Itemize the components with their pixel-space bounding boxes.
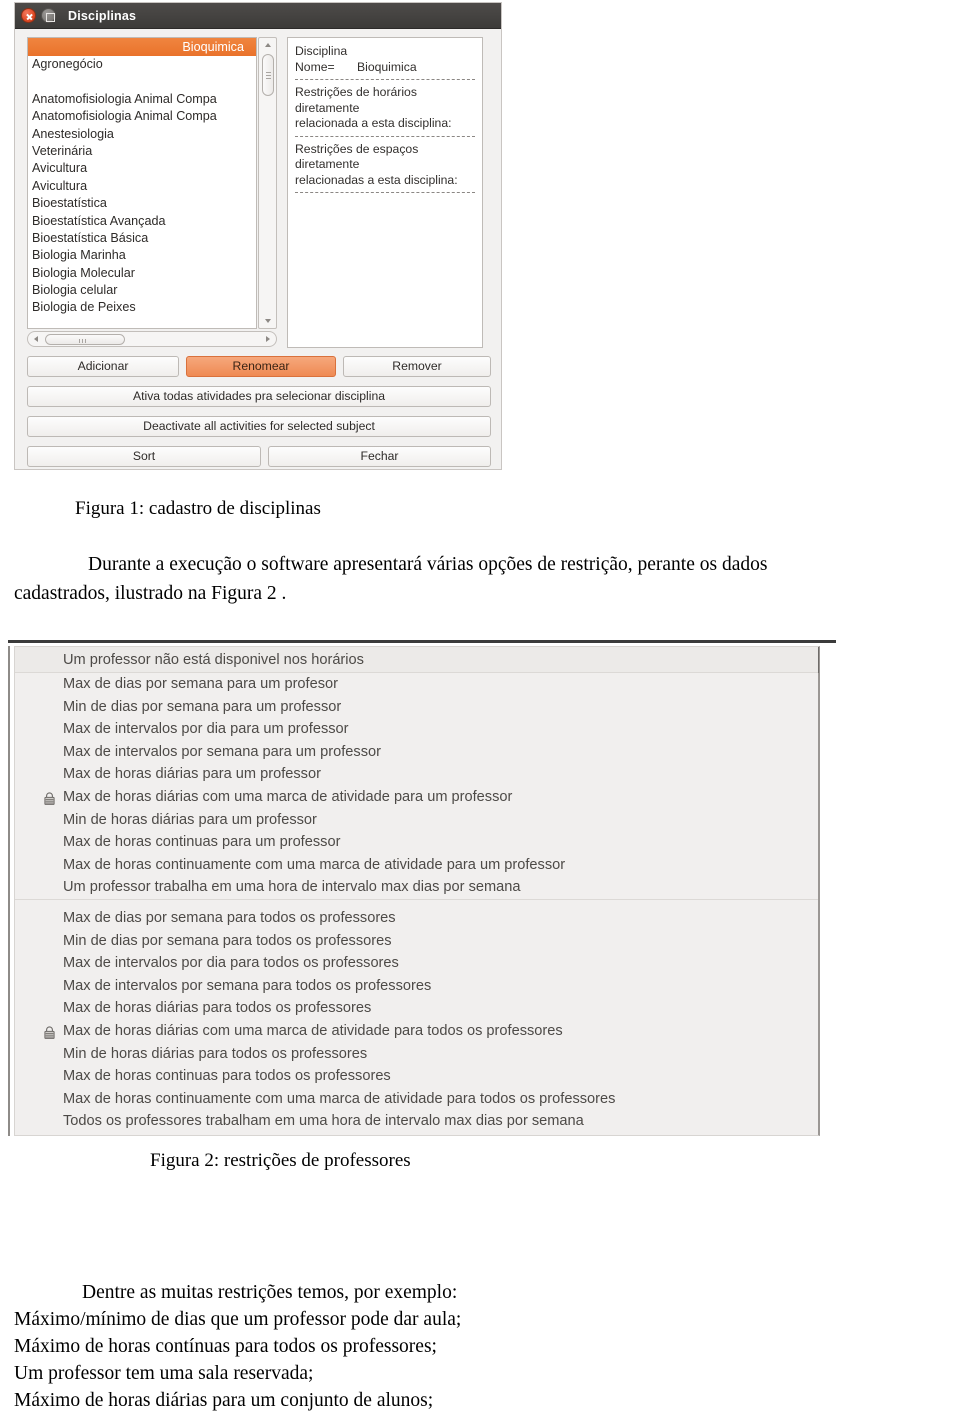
time-constraints-line2: relacionada a esta disciplina:: [295, 116, 452, 130]
list-item[interactable]: [28, 73, 256, 90]
constraint-item[interactable]: Max de intervalos por dia para um profes…: [15, 718, 818, 741]
constraint-label: Max de horas diárias com uma marca de at…: [63, 788, 513, 805]
list-item[interactable]: Veterinária: [28, 143, 256, 160]
window-titlebar: Disciplinas: [15, 3, 501, 29]
constraint-item[interactable]: Um professor trabalha em uma hora de int…: [15, 876, 818, 899]
paragraph-1-line-2: cadastrados, ilustrado na Figura 2 .: [14, 583, 287, 604]
figure2-left-gutter: [0, 646, 10, 1136]
constraint-item[interactable]: Todos os professores trabalham em uma ho…: [15, 1110, 818, 1133]
paragraph-2-line-5: Máximo de horas diárias para um conjunto…: [14, 1390, 434, 1411]
constraint-item[interactable]: Max de dias por semana para um profesor: [15, 673, 818, 696]
window-title: Disciplinas: [68, 8, 137, 23]
scroll-up-icon[interactable]: [259, 38, 276, 52]
deactivate-all-activities-button[interactable]: Deactivate all activities for selected s…: [27, 416, 491, 437]
paragraph-2-line-1: Dentre as muitas restrições temos, por e…: [82, 1282, 458, 1303]
subject-list[interactable]: Bioquimica Agronegócio Anatomofisiologia…: [27, 37, 257, 329]
lock-icon: [44, 1024, 55, 1040]
space-constraints-line1: Restrições de espaços diretamente: [295, 141, 419, 172]
constraint-item[interactable]: Max de intervalos por semana para um pro…: [15, 741, 818, 764]
scrollbar-thumb-horizontal[interactable]: [45, 334, 125, 345]
sort-button[interactable]: Sort: [27, 446, 261, 467]
list-item[interactable]: Anatomofisiologia Animal Compa: [28, 91, 256, 108]
close-button[interactable]: Fechar: [268, 446, 491, 467]
paragraph-2-line-3: Máximo de horas contínuas para todos os …: [14, 1336, 437, 1357]
constraint-item[interactable]: Max de intervalos por dia para todos os …: [15, 952, 818, 975]
scroll-left-icon[interactable]: [29, 332, 43, 346]
paragraph-2-line-2: Máximo/mínimo de dias que um professor p…: [14, 1309, 462, 1330]
list-item[interactable]: Biologia Marinha: [28, 247, 256, 264]
constraint-item[interactable]: Max de horas continuamente com uma marca…: [15, 854, 818, 877]
primary-button-row: Adicionar Renomear Remover: [27, 356, 491, 377]
constraint-item[interactable]: Um professor não está disponivel nos hor…: [15, 647, 818, 673]
scrollbar-thumb-vertical[interactable]: [262, 54, 274, 96]
figure2-caption: Figura 2: restrições de professores: [150, 1150, 411, 1171]
constraint-item[interactable]: Min de horas diárias para todos os profe…: [15, 1043, 818, 1066]
lock-icon: [44, 790, 55, 806]
constraint-item[interactable]: Min de horas diárias para um professor: [15, 809, 818, 832]
list-item[interactable]: Bioestatística Básica: [28, 230, 256, 247]
list-item[interactable]: Avicultura: [28, 178, 256, 195]
constraint-item[interactable]: Max de horas diárias com uma marca de at…: [15, 786, 818, 809]
constraint-item[interactable]: Max de horas diárias com uma marca de at…: [15, 1020, 818, 1043]
list-vertical-scrollbar[interactable]: [258, 37, 277, 329]
rename-button[interactable]: Renomear: [186, 356, 336, 377]
figure2-top-rule: [8, 640, 836, 643]
group-separator: [15, 898, 818, 907]
constraint-item[interactable]: Max de horas continuamente com uma marca…: [15, 1088, 818, 1111]
activate-all-activities-button[interactable]: Ativa todas atividades pra selecionar di…: [27, 386, 491, 407]
paragraph-2-line-4: Um professor tem uma sala reservada;: [14, 1363, 314, 1384]
subject-detail-panel: Disciplina Nome= Bioquimica Restrições d…: [287, 37, 483, 348]
list-item[interactable]: Biologia de Peixes: [28, 299, 256, 316]
deactivate-button-row: Deactivate all activities for selected s…: [27, 416, 491, 437]
divider: [295, 192, 475, 193]
list-item[interactable]: Agronegócio: [28, 56, 256, 73]
constraint-item[interactable]: Max de horas diárias para todos os profe…: [15, 997, 818, 1020]
detail-name-value: Bioquimica: [357, 59, 417, 74]
scroll-right-icon[interactable]: [261, 332, 275, 346]
list-item-selected[interactable]: Bioquimica: [28, 38, 256, 56]
divider: [295, 135, 475, 137]
list-item[interactable]: Anatomofisiologia Animal Compa: [28, 108, 256, 125]
close-icon[interactable]: [21, 8, 36, 23]
activate-button-row: Ativa todas atividades pra selecionar di…: [27, 386, 491, 407]
detail-heading: Disciplina: [295, 44, 348, 58]
constraints-list-panel[interactable]: Um professor não está disponivel nos hor…: [14, 646, 820, 1136]
time-constraints-line1: Restrições de horários diretamente: [295, 85, 417, 115]
constraint-item[interactable]: Min de dias por semana para todos os pro…: [15, 930, 818, 953]
maximize-icon[interactable]: [41, 8, 56, 23]
list-item[interactable]: Bioestatística: [28, 195, 256, 212]
scroll-down-icon[interactable]: [259, 314, 276, 328]
constraint-item[interactable]: Max de horas continuas para um professor: [15, 831, 818, 854]
detail-name-label: Nome=: [295, 59, 335, 74]
add-button[interactable]: Adicionar: [27, 356, 179, 377]
list-item[interactable]: Biologia celular: [28, 282, 256, 299]
constraint-item[interactable]: Max de horas continuas para todos os pro…: [15, 1065, 818, 1088]
paragraph-1-line-1: Durante a execução o software apresentar…: [88, 554, 768, 575]
constraint-item[interactable]: Max de horas diárias para um professor: [15, 763, 818, 786]
document-page: Disciplinas Bioquimica Agronegócio Anato…: [0, 0, 960, 1416]
list-item[interactable]: Biologia Molecular: [28, 265, 256, 282]
constraint-label: Max de horas diárias com uma marca de at…: [63, 1022, 563, 1039]
remove-button[interactable]: Remover: [343, 356, 491, 377]
list-horizontal-scrollbar[interactable]: [27, 331, 277, 347]
constraint-item[interactable]: Min de dias por semana para um professor: [15, 696, 818, 719]
space-constraints-line2: relacionadas a esta disciplina:: [295, 172, 458, 187]
figure1-caption: Figura 1: cadastro de disciplinas: [75, 498, 321, 519]
list-item[interactable]: Avicultura: [28, 160, 256, 177]
teacher-constraints-figure: Um professor não está disponivel nos hor…: [0, 640, 838, 1140]
divider: [295, 79, 475, 80]
constraint-item[interactable]: Max de dias por semana para todos os pro…: [15, 907, 818, 930]
constraint-item[interactable]: Max de intervalos por semana para todos …: [15, 975, 818, 998]
disciplinas-window: Disciplinas Bioquimica Agronegócio Anato…: [14, 2, 502, 470]
footer-button-row: Sort Fechar: [27, 446, 491, 467]
detail-name-row: Nome= Bioquimica: [295, 60, 475, 76]
list-item[interactable]: Bioestatística Avançada: [28, 213, 256, 230]
window-body: Bioquimica Agronegócio Anatomofisiologia…: [15, 29, 501, 469]
list-item[interactable]: Anestesiologia: [28, 126, 256, 143]
